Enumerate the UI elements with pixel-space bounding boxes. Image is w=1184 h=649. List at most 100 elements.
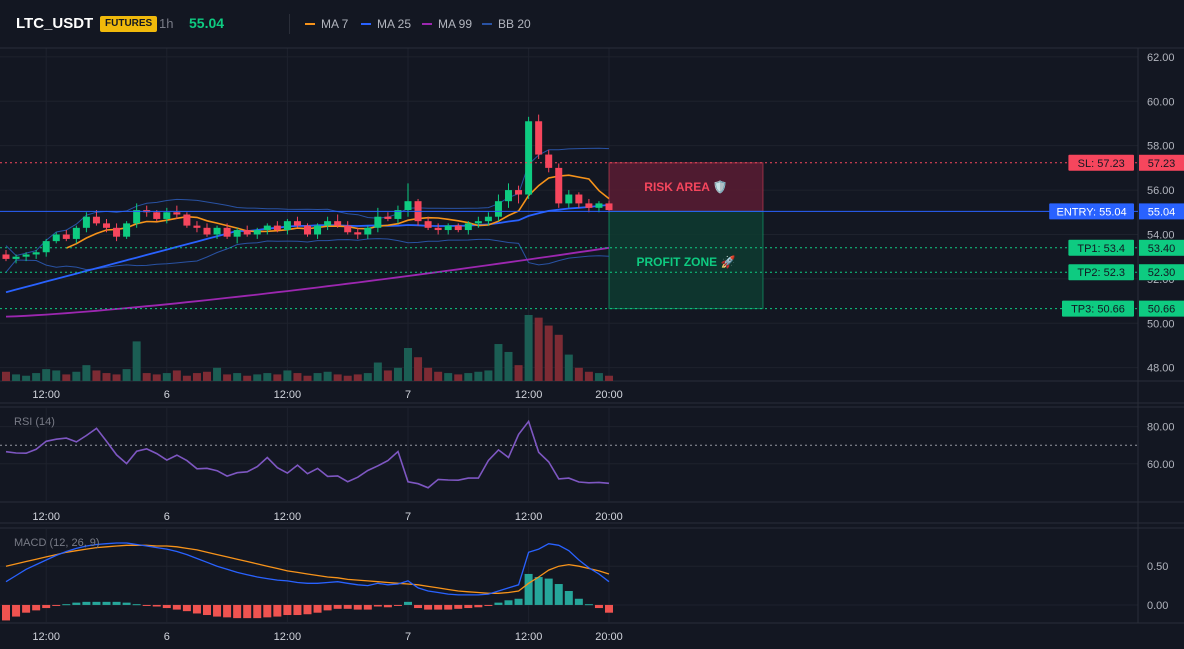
macd-histogram-bar xyxy=(303,604,312,615)
time-axis-label: 7 xyxy=(405,389,411,401)
candlesticks xyxy=(2,114,613,264)
macd-signal-line xyxy=(5,544,610,594)
volume-bar xyxy=(233,373,242,381)
time-axis-label: 12:00 xyxy=(515,511,543,523)
macd-axis-label: 0.00 xyxy=(1147,600,1168,612)
macd-histogram-bar xyxy=(172,604,181,610)
macd-histogram-bar xyxy=(213,604,222,617)
macd-histogram-bar xyxy=(464,604,473,609)
trade-zones: RISK AREA 🛡️ PROFIT ZONE 🚀 xyxy=(608,162,764,310)
volume-bar xyxy=(42,369,51,381)
macd-histogram-bar xyxy=(605,604,613,613)
time-axis-label: 6 xyxy=(164,511,170,523)
candle-body xyxy=(575,194,583,204)
macd-histogram-bar xyxy=(323,604,332,611)
macd-histogram-bar xyxy=(564,591,573,605)
candle-body xyxy=(585,203,593,208)
volume-bar xyxy=(454,374,463,381)
volume-bar xyxy=(303,375,312,381)
macd-histogram-bar xyxy=(82,601,91,605)
time-axis-label: 6 xyxy=(164,631,170,643)
time-axis-label: 12:00 xyxy=(32,631,60,643)
candle-body xyxy=(173,212,181,215)
time-axis-label: 20:00 xyxy=(595,631,623,643)
macd-histogram-bar xyxy=(273,604,282,617)
volume-bar xyxy=(464,373,473,381)
macd-histogram-bar xyxy=(574,598,583,605)
candle-body xyxy=(52,234,60,242)
macd-histogram-bar xyxy=(554,584,563,605)
axis-price-text: 55.04 xyxy=(1148,206,1176,218)
time-axis-label: 12:00 xyxy=(515,631,543,643)
axis-price-text: 57.23 xyxy=(1148,158,1176,170)
level-tag-text: ENTRY: 55.04 xyxy=(1057,206,1127,218)
price-axis-label: 60.00 xyxy=(1147,96,1175,108)
candle-body xyxy=(113,227,121,237)
macd-pane: MACD (12, 26, 9) xyxy=(2,537,613,621)
volume-bar xyxy=(363,373,372,381)
level-tag-text: TP1: 53.4 xyxy=(1077,243,1125,255)
candle-body xyxy=(213,227,221,235)
macd-histogram-bar xyxy=(383,604,392,608)
volume-bar xyxy=(182,375,191,381)
candle-body xyxy=(233,230,241,237)
volume-bar xyxy=(142,373,151,381)
candle-body xyxy=(505,190,512,202)
candle-body xyxy=(293,221,301,226)
time-axis-label: 7 xyxy=(405,631,411,643)
time-axis-label: 7 xyxy=(405,511,411,523)
volume-bar xyxy=(223,374,232,381)
macd-histogram-bar xyxy=(52,604,61,606)
candle-body xyxy=(304,225,311,235)
trading-chart[interactable]: RISK AREA 🛡️ PROFIT ZONE 🚀 RSI (14) MACD … xyxy=(0,0,1184,649)
macd-histogram-bar xyxy=(373,604,382,607)
macd-histogram-bar xyxy=(22,604,31,613)
candle-body xyxy=(223,227,231,237)
rsi-axis-label: 80.00 xyxy=(1147,422,1175,434)
axis-price-text: 53.40 xyxy=(1148,243,1176,255)
rsi-title: RSI (14) xyxy=(14,416,55,428)
volume-bar xyxy=(383,370,392,381)
candle-body xyxy=(515,190,523,195)
volume-bar xyxy=(343,375,352,381)
volume-bar xyxy=(92,370,101,381)
volume-bar xyxy=(82,365,91,381)
candle-body xyxy=(384,216,392,219)
macd-histogram-bar xyxy=(594,604,603,609)
macd-histogram-bar xyxy=(544,578,553,605)
macd-histogram-bar xyxy=(162,604,171,609)
macd-histogram-bar xyxy=(223,604,232,618)
candle-body xyxy=(314,225,322,235)
macd-histogram-bar xyxy=(192,604,201,614)
candle-body xyxy=(273,225,281,231)
macd-line xyxy=(5,542,610,596)
candle-body xyxy=(263,225,271,231)
macd-histogram-bar xyxy=(313,604,322,613)
candle-body xyxy=(434,227,442,231)
axis-price-text: 52.30 xyxy=(1148,267,1176,279)
candle-body xyxy=(595,203,603,208)
macd-histogram-bar xyxy=(42,604,51,609)
volume-bar xyxy=(474,371,483,381)
volume-bar xyxy=(494,344,503,381)
macd-histogram-bar xyxy=(253,604,262,619)
volume-bar xyxy=(534,317,543,381)
candle-body xyxy=(444,225,452,231)
ma99-line xyxy=(5,246,610,318)
volume-bar xyxy=(414,357,423,381)
volume-bar xyxy=(373,362,382,381)
time-axis-label: 12:00 xyxy=(274,631,302,643)
volume-bar xyxy=(504,351,513,381)
candle-body xyxy=(464,223,472,231)
price-levels xyxy=(0,162,1138,310)
volume-bar xyxy=(263,373,272,381)
rsi-line xyxy=(5,419,610,489)
candle-body xyxy=(605,203,613,211)
volume-bar xyxy=(132,341,141,381)
candle-body xyxy=(484,216,492,222)
candle-body xyxy=(474,221,482,224)
candle-body xyxy=(404,201,412,211)
candle-body xyxy=(2,254,10,259)
volume-bar xyxy=(162,373,171,381)
macd-histogram-bar xyxy=(102,601,111,605)
